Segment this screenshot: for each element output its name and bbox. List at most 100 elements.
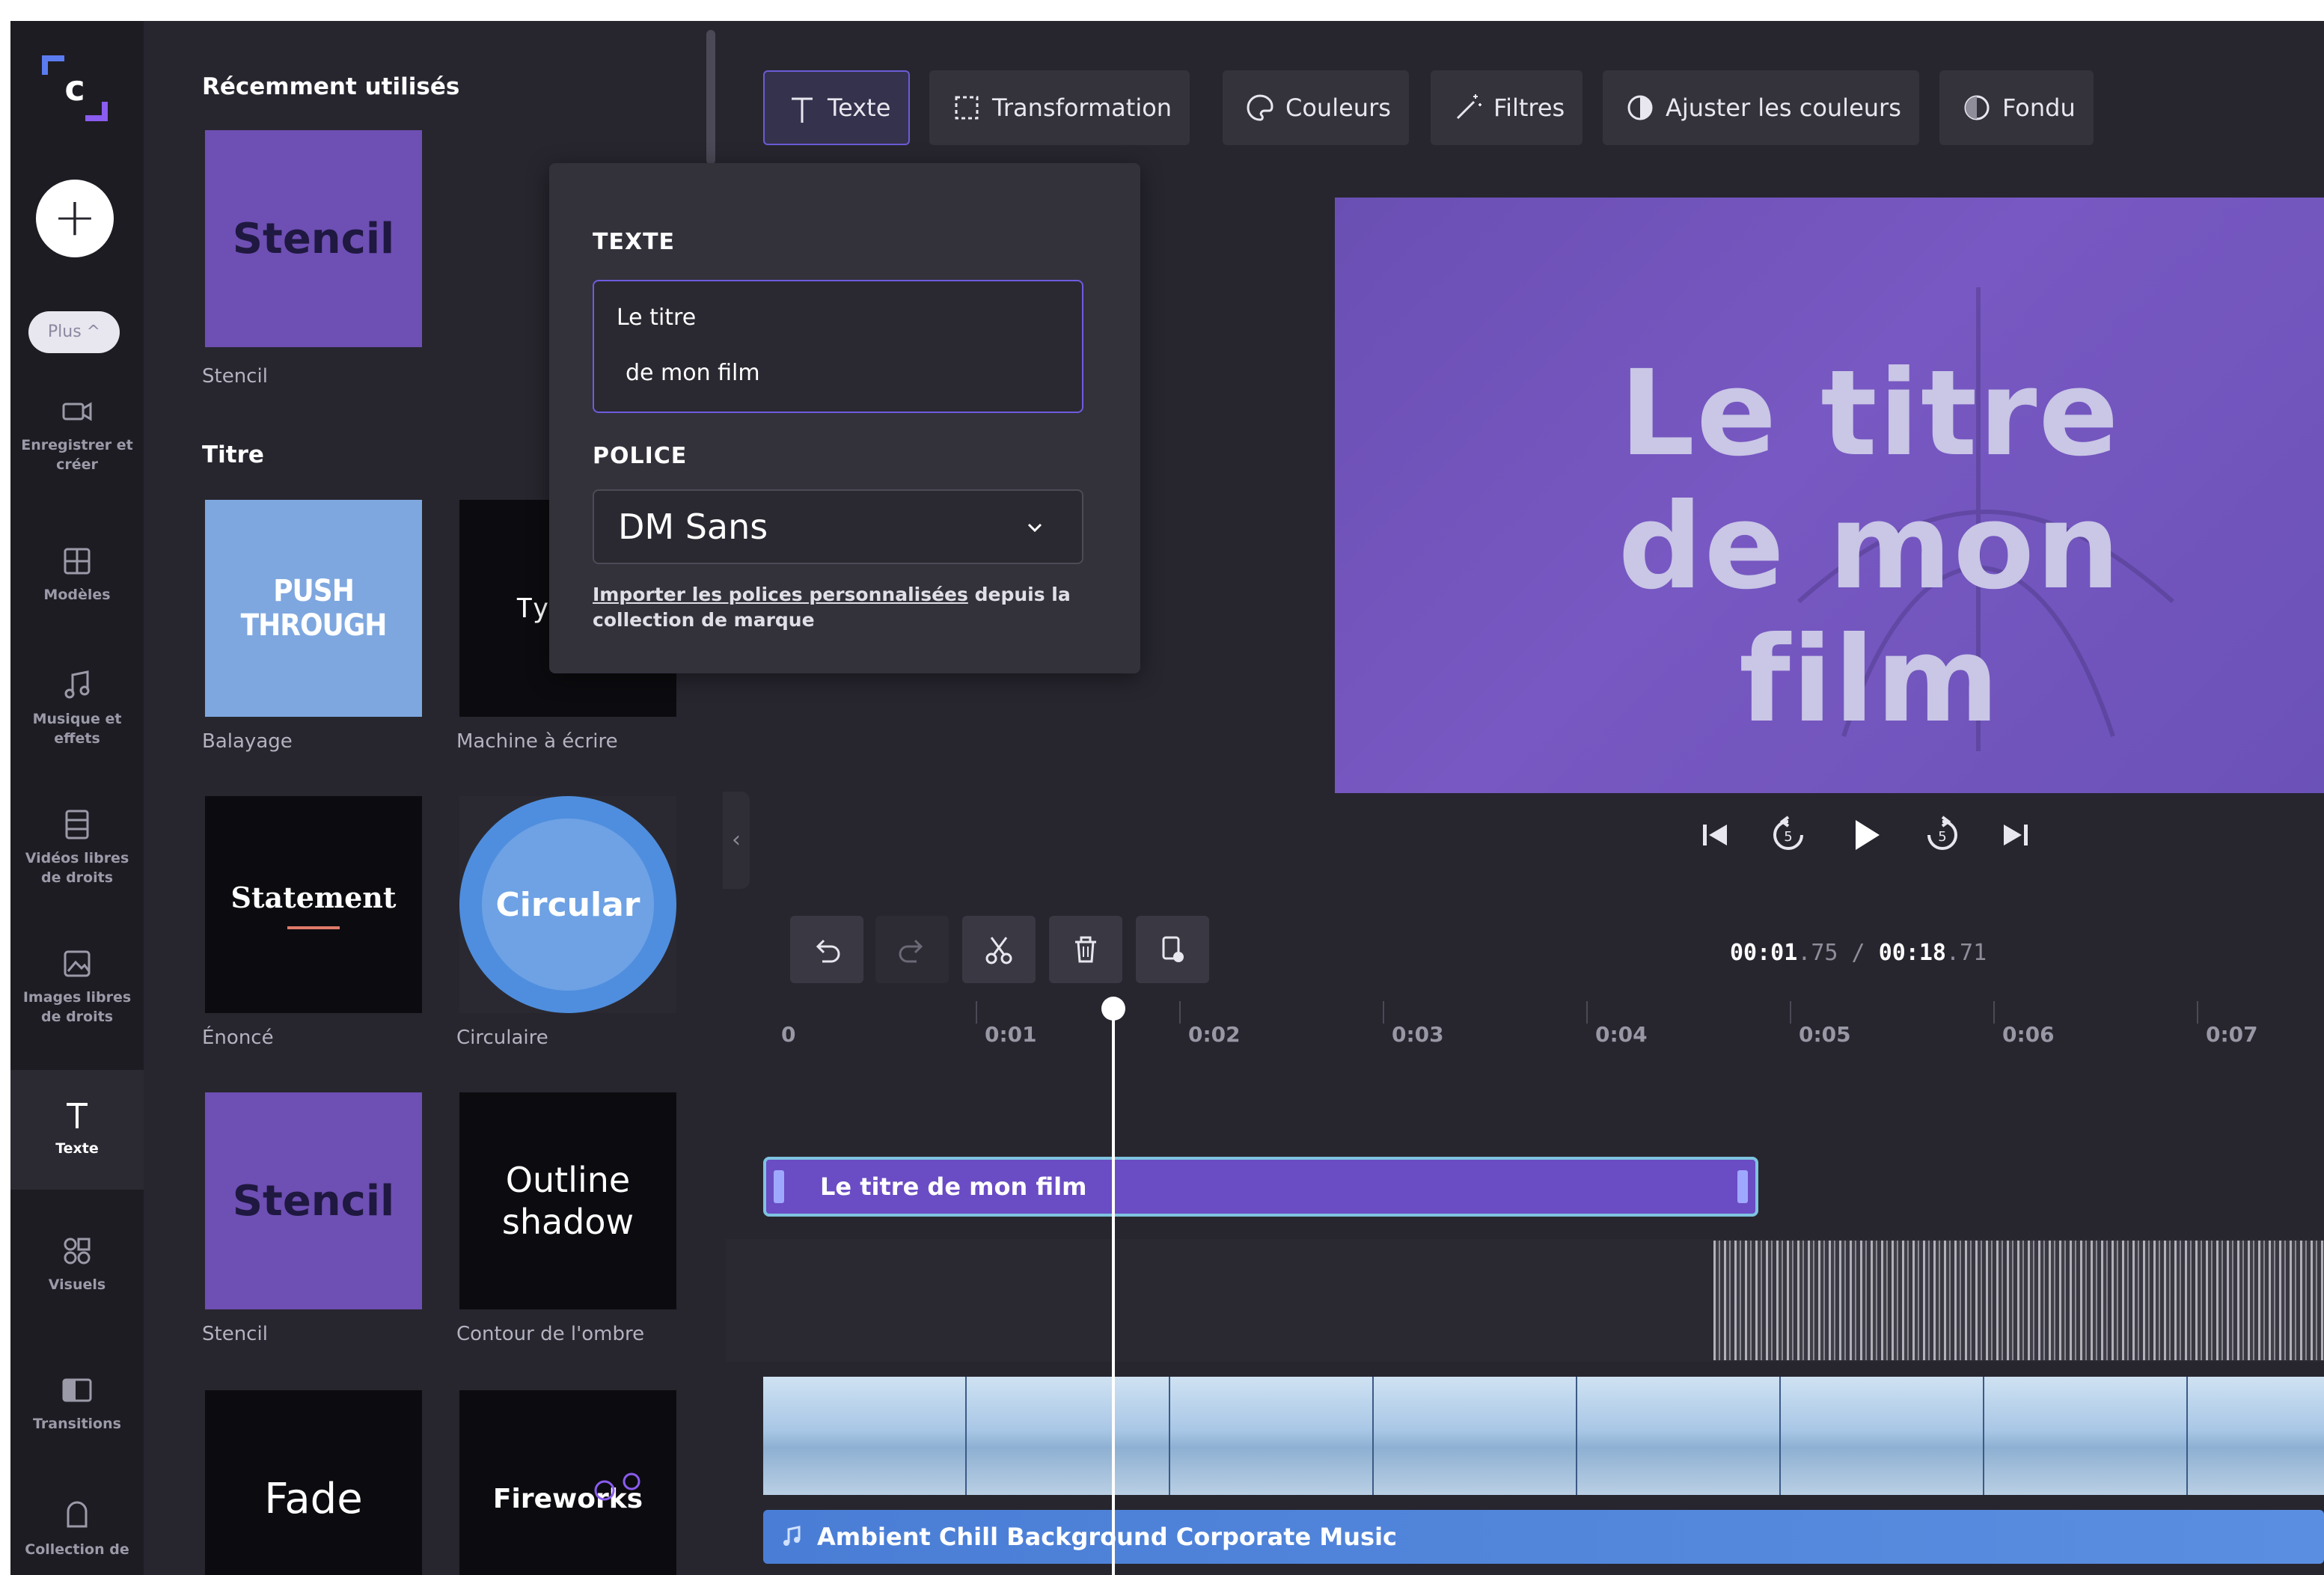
tile-text: Circular (495, 885, 640, 924)
video-thumbnail (1577, 1377, 1781, 1495)
playhead[interactable] (1112, 1009, 1115, 1575)
tile-caption: Stencil (202, 365, 268, 388)
rail-item-text[interactable]: Texte (10, 1070, 144, 1190)
camera-icon (62, 402, 92, 421)
ruler-label: 0 (781, 1022, 796, 1047)
toolbar-fade-button[interactable]: Fondu (1939, 70, 2094, 145)
svg-text:c: c (64, 68, 85, 108)
title-template-stencil-recent[interactable]: Stencil (205, 130, 422, 347)
fade-icon (1964, 95, 1990, 120)
video-clip[interactable] (763, 1377, 2324, 1495)
music-clip[interactable]: Ambient Chill Background Corporate Music (763, 1510, 2324, 1564)
timeline-toolbar (726, 916, 2324, 983)
font-field-label: POLICE (593, 443, 688, 469)
rail-item-record[interactable]: Enregistrer et créer (10, 395, 144, 474)
ruler-tick (1790, 1001, 1791, 1024)
audio-waveform-clip[interactable] (1713, 1241, 2324, 1360)
font-select[interactable]: DM Sans (593, 489, 1083, 564)
left-rail: c + Plus ^ Enregistrer et créer Modèles … (10, 21, 144, 1575)
library-scrollbar[interactable] (706, 30, 715, 165)
skip-to-start-icon[interactable] (1694, 814, 1736, 856)
video-thumbnail (1984, 1377, 2188, 1495)
title-template-outline-shadow[interactable]: Outline shadow (459, 1092, 676, 1309)
delete-button[interactable] (1049, 916, 1122, 983)
film-icon (65, 810, 89, 840)
split-button[interactable] (962, 916, 1036, 983)
ruler-label: 0:01 (985, 1022, 1037, 1047)
preview-title-line2: de mon film (1618, 478, 2122, 749)
skip-to-end-icon[interactable] (1995, 814, 2037, 856)
transform-icon (955, 96, 979, 120)
forward-5s-icon[interactable]: 5 (1921, 814, 1963, 856)
toolbar-text-button[interactable]: Texte (763, 70, 911, 145)
clip-trim-handle-left[interactable] (774, 1170, 784, 1203)
duplicate-icon (1162, 936, 1184, 962)
toolbar-adjust-colors-button[interactable]: Ajuster les couleurs (1603, 70, 1919, 145)
svg-text:5: 5 (1784, 829, 1792, 845)
tile-caption: Énoncé (202, 1027, 274, 1049)
ruler-tick (1383, 1001, 1384, 1024)
title-template-push-through[interactable]: PUSH THROUGH (205, 500, 422, 717)
toolbar-colors-button[interactable]: Couleurs (1223, 70, 1409, 145)
ruler-label: 0:03 (1392, 1022, 1444, 1047)
redo-icon (899, 939, 923, 963)
toolbar-button-label: Transformation (992, 94, 1172, 122)
preview-title-line1: Le titre (1619, 345, 2120, 483)
contrast-icon (1627, 95, 1653, 120)
collapse-panel-button[interactable]: ‹ (723, 792, 750, 889)
title-clip[interactable]: Le titre de mon film (763, 1157, 1758, 1217)
tile-text: Stencil (232, 214, 395, 263)
rail-item-transitions[interactable]: Transitions (10, 1374, 144, 1434)
play-icon[interactable] (1845, 814, 1887, 856)
music-clip-label: Ambient Chill Background Corporate Music (817, 1523, 1397, 1551)
rail-item-stock-images[interactable]: Images libres de droits (10, 947, 144, 1027)
font-select-value: DM Sans (618, 507, 768, 547)
current-time-fraction: .75 (1797, 940, 1838, 966)
ruler-tick (1993, 1001, 1995, 1024)
rail-item-brand-kit[interactable]: Collection de (10, 1499, 144, 1559)
palette-icon (1247, 94, 1273, 121)
rewind-5s-icon[interactable]: 5 (1767, 814, 1809, 856)
video-thumbnail (967, 1377, 1170, 1495)
title-template-stencil[interactable]: Stencil (205, 1092, 422, 1309)
duplicate-button[interactable] (1136, 916, 1209, 983)
toolbar-filters-button[interactable]: Filtres (1431, 70, 1583, 145)
video-thumbnail (763, 1377, 967, 1495)
title-template-fade[interactable]: Fade (205, 1390, 422, 1575)
rail-item-stock-videos[interactable]: Vidéos libres de droits (10, 808, 144, 887)
timeline-ruler[interactable]: 0 0:01 0:02 0:03 0:04 0:05 0:06 0:07 (726, 991, 2324, 1050)
magic-wand-icon (1456, 94, 1481, 120)
toolbar-button-label: Couleurs (1285, 94, 1391, 122)
tile-text: Outline shadow (501, 1160, 634, 1242)
total-time-fraction: .71 (1946, 940, 1987, 966)
rail-item-music[interactable]: Musique et effets (10, 669, 144, 748)
ruler-tick (1586, 1001, 1588, 1024)
title-template-statement[interactable]: Statement (205, 796, 422, 1013)
toolbar-button-label: Ajuster les couleurs (1666, 94, 1901, 122)
title-text-input[interactable]: Le titre de mon film (593, 280, 1083, 413)
add-media-button[interactable]: + (36, 180, 114, 257)
more-toggle-button[interactable]: Plus ^ (28, 311, 120, 353)
toolbar-button-label: Filtres (1493, 94, 1565, 122)
music-note-icon (783, 1526, 801, 1546)
undo-button[interactable] (790, 916, 863, 983)
redo-button[interactable] (875, 916, 949, 983)
current-time: 00:01 (1730, 940, 1798, 966)
toolbar-transform-button[interactable]: Transformation (929, 70, 1190, 145)
title-template-fireworks[interactable]: Fireworks (459, 1390, 676, 1575)
video-editor-app: c + Plus ^ Enregistrer et créer Modèles … (10, 21, 2324, 1575)
title-clip-label: Le titre de mon film (820, 1172, 1087, 1201)
video-preview[interactable]: Le titre de mon film (1335, 198, 2324, 793)
rail-item-visuals[interactable]: Visuels (10, 1235, 144, 1294)
rail-item-templates[interactable]: Modèles (10, 545, 144, 605)
tile-text: Statement (230, 880, 397, 914)
title-template-circular[interactable]: Circular (459, 796, 676, 1013)
playhead-handle[interactable] (1101, 997, 1125, 1021)
import-fonts-link[interactable]: Importer les polices personnalisées (593, 584, 968, 605)
tile-caption: Balayage (202, 730, 293, 753)
video-thumbnail (1781, 1377, 1984, 1495)
transitions-icon (62, 1378, 92, 1402)
clipchamp-logo: c (42, 55, 108, 121)
ruler-label: 0:02 (1188, 1022, 1241, 1047)
clip-trim-handle-right[interactable] (1737, 1170, 1748, 1203)
